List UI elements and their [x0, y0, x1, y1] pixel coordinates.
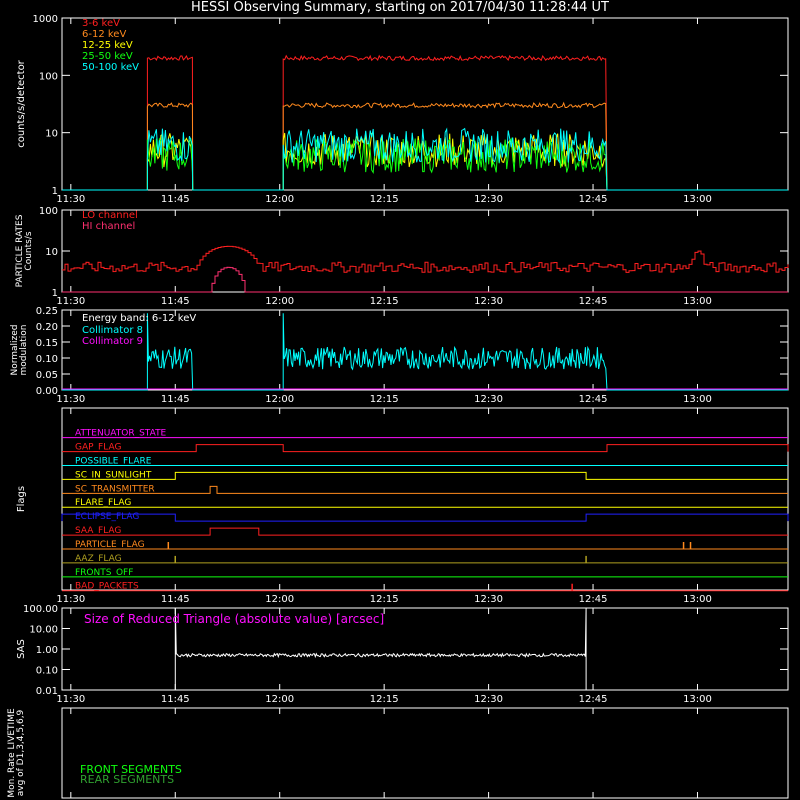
y-tick-label: 1	[52, 288, 58, 299]
x-tick-label: 11:45	[161, 394, 190, 405]
x-tick-label: 13:00	[683, 296, 712, 307]
flag-line-sc_in_sunlight	[62, 471, 788, 480]
x-tick-label: 12:15	[370, 296, 399, 307]
legend-entry: REAR SEGMENTS	[80, 773, 174, 786]
y-axis-label: modulation	[19, 325, 29, 376]
x-tick-label: 12:00	[265, 394, 294, 405]
x-tick-label: 12:30	[474, 694, 503, 705]
x-tick-label: 12:45	[579, 394, 608, 405]
hessi-summary-chart: 11:30 11:45 12:00 12:15 12:30 12:45 13:00 count…	[7, 14, 789, 799]
x-tick-label: 11:30	[56, 194, 85, 205]
flag-line-gap_flag	[62, 444, 789, 453]
y-tick-label: 0.10	[36, 354, 58, 365]
y-tick-label: 100	[39, 71, 58, 82]
y-tick-label: 1.00	[36, 645, 58, 656]
y-tick-label: 0.05	[36, 370, 58, 381]
x-tick-label: 11:45	[161, 594, 190, 605]
series-line-LO-channel	[61, 245, 789, 273]
legend-entry: 3-6 keV	[82, 18, 120, 29]
legend-entry: 12-25 keV	[82, 40, 133, 51]
x-tick-label: 11:30	[56, 394, 85, 405]
x-tick-label: 11:45	[161, 194, 190, 205]
y-tick-label: 10	[45, 129, 58, 140]
legend-entry: Collimator 8	[82, 325, 143, 336]
x-tick-label: 11:30	[56, 694, 85, 705]
x-tick-label: 12:45	[579, 594, 608, 605]
x-tick-label: 12:15	[370, 594, 399, 605]
x-tick-label: 12:30	[474, 394, 503, 405]
x-tick-label: 12:15	[370, 394, 399, 405]
x-tick-label: 12:45	[579, 194, 608, 205]
y-tick-label: 100.00	[23, 604, 58, 615]
y-axis-label: avg of D1,3,4,5,6,9	[16, 709, 26, 796]
y-axis-label: Flags	[16, 486, 27, 512]
x-tick-label: 12:45	[579, 694, 608, 705]
y-tick-label: 0.10	[36, 666, 58, 677]
y-axis-label: counts/s/detector	[16, 59, 27, 147]
x-tick-label: 11:30	[56, 296, 85, 307]
legend-entry: Collimator 9	[82, 336, 143, 347]
y-tick-label: 10.00	[29, 625, 58, 636]
flag-line-saa_flag	[62, 527, 788, 536]
y-tick-label: 0.15	[36, 338, 58, 349]
chart-annotation: Size of Reduced Triangle (absolute value…	[84, 612, 384, 626]
x-tick-label: 13:00	[683, 594, 712, 605]
legend-entry: 25-50 keV	[82, 51, 133, 62]
x-tick-label: 13:00	[683, 394, 712, 405]
legend-entry: LO channel	[82, 210, 138, 221]
x-tick-label: 12:30	[474, 594, 503, 605]
y-tick-label: 100	[39, 206, 58, 217]
y-tick-label: 1000	[33, 14, 58, 25]
y-tick-label: 0.25	[36, 306, 58, 317]
x-tick-label: 12:00	[265, 694, 294, 705]
chart-annotation: Energy band: 6-12 keV	[82, 313, 196, 324]
panel-frame-particle	[61, 209, 789, 293]
y-tick-label: 0.00	[36, 386, 58, 397]
x-tick-label: 11:45	[161, 296, 190, 307]
x-tick-label: 12:45	[579, 296, 608, 307]
x-tick-label: 11:45	[161, 694, 190, 705]
y-tick-label: 0.20	[36, 322, 58, 333]
y-axis-label: Counts/s	[24, 231, 34, 270]
legend-entry: 50-100 keV	[82, 62, 139, 73]
x-tick-label: 12:30	[474, 296, 503, 307]
x-tick-label: 12:00	[265, 594, 294, 605]
x-tick-label: 13:00	[683, 194, 712, 205]
x-tick-label: 11:30	[56, 594, 85, 605]
x-tick-label: 12:00	[265, 296, 294, 307]
y-tick-label: 1	[52, 186, 58, 197]
y-axis-label: SAS	[16, 639, 27, 659]
x-tick-label: 12:30	[474, 194, 503, 205]
y-tick-label: 0.01	[36, 686, 58, 697]
legend-entry: 6-12 keV	[82, 29, 126, 40]
y-tick-label: 10	[45, 247, 58, 258]
x-tick-label: 13:00	[683, 694, 712, 705]
series-line-3-6-keV	[62, 54, 788, 191]
flag-line-eclipse_flag	[61, 513, 789, 522]
x-tick-label: 12:15	[370, 194, 399, 205]
series-line-Collimator-8	[62, 313, 788, 391]
x-tick-label: 12:00	[265, 194, 294, 205]
x-tick-label: 12:15	[370, 694, 399, 705]
flag-line-sc_transmitter	[62, 485, 788, 494]
legend-entry: HI channel	[82, 221, 135, 232]
